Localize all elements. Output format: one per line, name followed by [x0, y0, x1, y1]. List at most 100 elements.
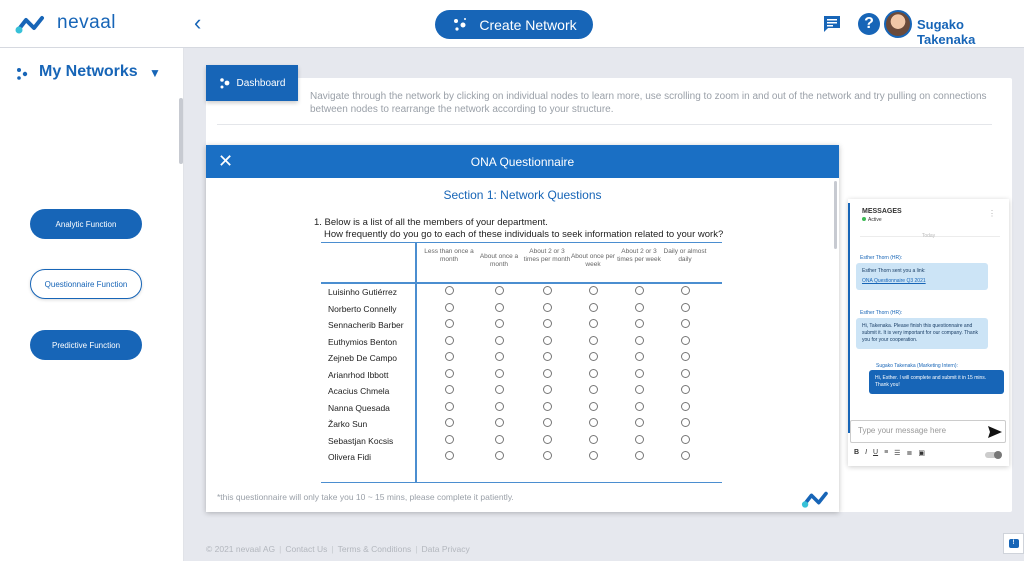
frequency-radio[interactable]: [542, 286, 552, 295]
bold-icon[interactable]: B: [854, 449, 859, 457]
analytic-function-button[interactable]: Analytic Function: [30, 209, 142, 239]
sidebar-scrollbar[interactable]: [179, 98, 183, 164]
frequency-radio[interactable]: [444, 434, 454, 444]
frequency-radio[interactable]: [494, 319, 504, 328]
more-options-icon[interactable]: ⋮: [988, 209, 996, 218]
frequency-radio[interactable]: [680, 401, 690, 411]
frequency-radio[interactable]: [444, 286, 454, 295]
frequency-radio[interactable]: [588, 302, 598, 312]
frequency-radio[interactable]: [634, 368, 644, 378]
feedback-button[interactable]: !: [1003, 533, 1024, 554]
column-header: About once a month: [479, 253, 519, 268]
questionnaire-link[interactable]: ONA Questionnaire Q3 2021: [862, 278, 982, 285]
frequency-radio[interactable]: [494, 418, 504, 427]
frequency-radio[interactable]: [494, 335, 504, 345]
frequency-radio[interactable]: [542, 385, 552, 394]
frequency-radio[interactable]: [588, 401, 598, 411]
frequency-radio[interactable]: [680, 385, 690, 394]
frequency-radio[interactable]: [494, 434, 504, 444]
frequency-radio[interactable]: [494, 352, 504, 361]
frequency-radio[interactable]: [542, 319, 552, 328]
frequency-radio[interactable]: [588, 335, 598, 345]
italic-icon[interactable]: I: [865, 449, 867, 457]
frequency-radio[interactable]: [680, 335, 690, 345]
frequency-radio[interactable]: [494, 302, 504, 312]
send-icon[interactable]: [988, 426, 1002, 438]
privacy-link[interactable]: Data Privacy: [422, 544, 470, 554]
frequency-radio[interactable]: [542, 368, 552, 378]
frequency-radio[interactable]: [444, 352, 454, 361]
frequency-radio[interactable]: [444, 401, 454, 411]
terms-link[interactable]: Terms & Conditions: [338, 544, 412, 554]
frequency-radio[interactable]: [542, 352, 552, 361]
frequency-radio[interactable]: [588, 286, 598, 295]
frequency-radio[interactable]: [588, 385, 598, 394]
ordered-list-icon[interactable]: ≡: [884, 449, 888, 457]
frequency-radio[interactable]: [494, 286, 504, 295]
frequency-radio[interactable]: [680, 418, 690, 427]
create-network-button[interactable]: Create Network: [435, 10, 593, 39]
frequency-radio[interactable]: [588, 368, 598, 378]
nevaal-logo-icon: [801, 491, 828, 508]
frequency-radio[interactable]: [444, 319, 454, 328]
frequency-radio[interactable]: [444, 335, 454, 345]
contact-link[interactable]: Contact Us: [285, 544, 327, 554]
frequency-radio[interactable]: [634, 335, 644, 345]
frequency-radio[interactable]: [634, 385, 644, 394]
frequency-radio[interactable]: [494, 401, 504, 411]
frequency-radio[interactable]: [444, 368, 454, 378]
frequency-radio[interactable]: [634, 319, 644, 328]
frequency-radio[interactable]: [634, 352, 644, 361]
frequency-radio[interactable]: [588, 451, 598, 460]
bullet-list-icon[interactable]: ☰: [894, 449, 900, 457]
frequency-radio[interactable]: [444, 451, 454, 460]
frequency-radio[interactable]: [494, 451, 504, 460]
frequency-radio[interactable]: [542, 401, 552, 411]
my-networks-title[interactable]: My Networks: [39, 63, 138, 81]
toggle-switch[interactable]: [985, 451, 1002, 459]
frequency-radio[interactable]: [634, 286, 644, 295]
frequency-radio[interactable]: [494, 368, 504, 378]
frequency-radio[interactable]: [542, 434, 552, 444]
dashboard-button[interactable]: Dashboard: [206, 65, 298, 101]
frequency-radio[interactable]: [588, 319, 598, 328]
frequency-radio[interactable]: [680, 368, 690, 378]
frequency-radio[interactable]: [634, 418, 644, 427]
frequency-radio[interactable]: [444, 385, 454, 394]
avatar[interactable]: [884, 10, 912, 38]
chat-icon[interactable]: [822, 14, 842, 34]
frequency-radio[interactable]: [680, 451, 690, 460]
frequency-radio[interactable]: [680, 302, 690, 312]
underline-icon[interactable]: U: [873, 449, 878, 457]
frequency-radio[interactable]: [542, 418, 552, 427]
frequency-radio[interactable]: [680, 319, 690, 328]
user-name[interactable]: Sugako Takenaka: [917, 17, 1024, 47]
dropdown-arrow-icon[interactable]: ▼: [149, 66, 161, 80]
message-input[interactable]: [858, 426, 978, 435]
align-icon[interactable]: ≣: [906, 449, 912, 457]
frequency-radio[interactable]: [588, 352, 598, 361]
frequency-radio[interactable]: [680, 286, 690, 295]
frequency-radio[interactable]: [680, 352, 690, 361]
frequency-radio[interactable]: [588, 434, 598, 444]
frequency-radio[interactable]: [634, 302, 644, 312]
message-bubble: Hi, Esther. I will complete and submit i…: [869, 370, 1004, 394]
question-line-2: How frequently do you go to each of thes…: [324, 229, 724, 240]
image-icon[interactable]: ▣: [918, 449, 925, 457]
network-nodes-icon: [17, 68, 28, 80]
frequency-radio[interactable]: [444, 418, 454, 427]
frequency-radio[interactable]: [634, 434, 644, 444]
frequency-radio[interactable]: [494, 385, 504, 394]
help-icon[interactable]: ?: [858, 13, 880, 35]
frequency-radio[interactable]: [634, 401, 644, 411]
frequency-radio[interactable]: [588, 418, 598, 427]
frequency-radio[interactable]: [542, 335, 552, 345]
frequency-radio[interactable]: [542, 302, 552, 312]
frequency-radio[interactable]: [634, 451, 644, 460]
frequency-radio[interactable]: [444, 302, 454, 312]
predictive-function-button[interactable]: Predictive Function: [30, 330, 142, 360]
frequency-radio[interactable]: [542, 451, 552, 460]
frequency-radio[interactable]: [680, 434, 690, 444]
back-chevron-icon[interactable]: ‹: [194, 12, 201, 34]
questionnaire-function-button[interactable]: Questionnaire Function: [30, 269, 142, 299]
